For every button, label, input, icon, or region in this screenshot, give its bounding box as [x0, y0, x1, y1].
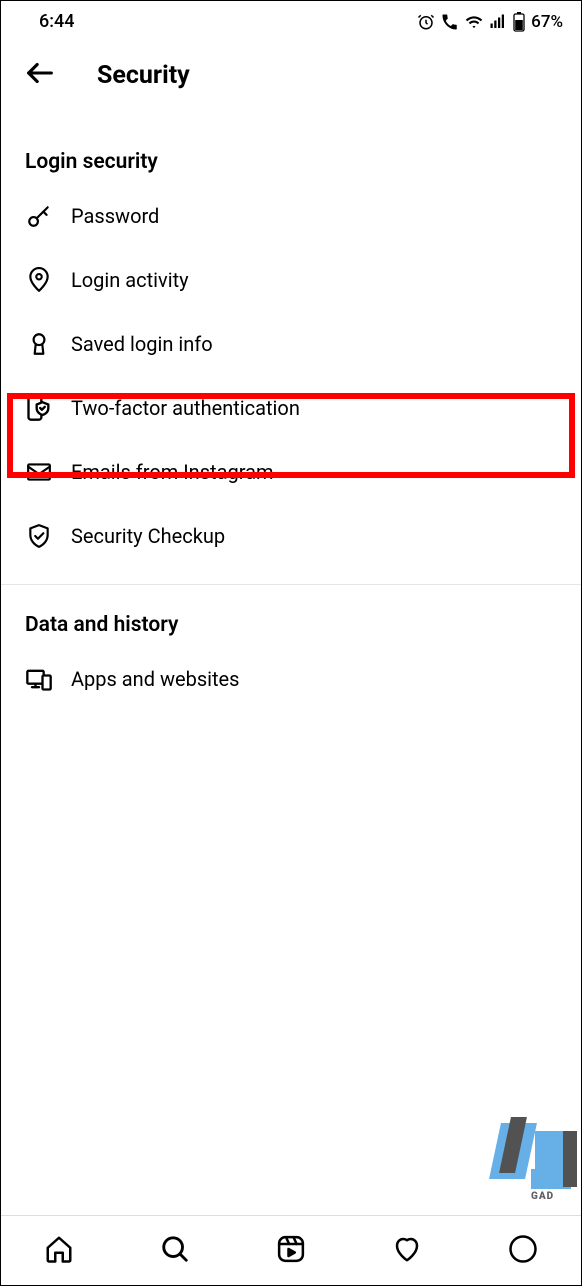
bottom-navigation [1, 1215, 581, 1285]
watermark-text: GAD [531, 1191, 554, 1202]
heart-icon [392, 1234, 422, 1268]
profile-avatar-icon [508, 1234, 538, 1268]
status-icons: 67% [417, 12, 563, 32]
back-arrow-icon[interactable] [23, 56, 57, 94]
row-label: Saved login info [71, 332, 213, 356]
status-time: 6:44 [39, 11, 74, 32]
row-login-activity[interactable]: Login activity [1, 248, 581, 312]
home-icon [44, 1234, 74, 1268]
row-label: Emails from Instagram [71, 460, 274, 484]
page-title: Security [97, 61, 190, 90]
row-label: Apps and websites [71, 667, 239, 691]
nav-reels[interactable] [273, 1233, 309, 1269]
signal-icon [489, 13, 507, 31]
content-area: Login security Password Login activity S… [1, 102, 581, 711]
envelope-icon [25, 458, 53, 486]
row-label: Login activity [71, 268, 189, 292]
devices-icon [25, 665, 53, 693]
phone-shield-icon [25, 394, 53, 422]
row-apps-and-websites[interactable]: Apps and websites [1, 647, 581, 711]
row-two-factor-authentication[interactable]: Two-factor authentication [1, 376, 581, 440]
keyhole-icon [25, 330, 53, 358]
nav-search[interactable] [157, 1233, 193, 1269]
wifi-icon [465, 13, 483, 31]
row-saved-login-info[interactable]: Saved login info [1, 312, 581, 376]
status-bar: 6:44 67% [1, 1, 581, 38]
section-header-login-security: Login security [1, 102, 581, 184]
row-password[interactable]: Password [1, 184, 581, 248]
row-emails-from-instagram[interactable]: Emails from Instagram [1, 440, 581, 504]
battery-percentage: 67% [531, 12, 563, 32]
alarm-icon [417, 13, 435, 31]
row-label: Two-factor authentication [71, 396, 300, 420]
section-header-data-history: Data and history [1, 585, 581, 647]
nav-activity[interactable] [389, 1233, 425, 1269]
battery-icon [513, 12, 525, 32]
key-icon [25, 202, 53, 230]
phone-call-icon [441, 13, 459, 31]
nav-home[interactable] [41, 1233, 77, 1269]
row-label: Password [71, 204, 159, 228]
reels-icon [276, 1234, 306, 1268]
row-label: Security Checkup [71, 524, 225, 548]
page-header: Security [1, 38, 581, 102]
row-security-checkup[interactable]: Security Checkup [1, 504, 581, 568]
nav-profile[interactable] [505, 1233, 541, 1269]
shield-check-icon [25, 522, 53, 550]
search-icon [160, 1234, 190, 1268]
location-pin-icon [25, 266, 53, 294]
watermark-logo: GAD [481, 1117, 581, 1213]
